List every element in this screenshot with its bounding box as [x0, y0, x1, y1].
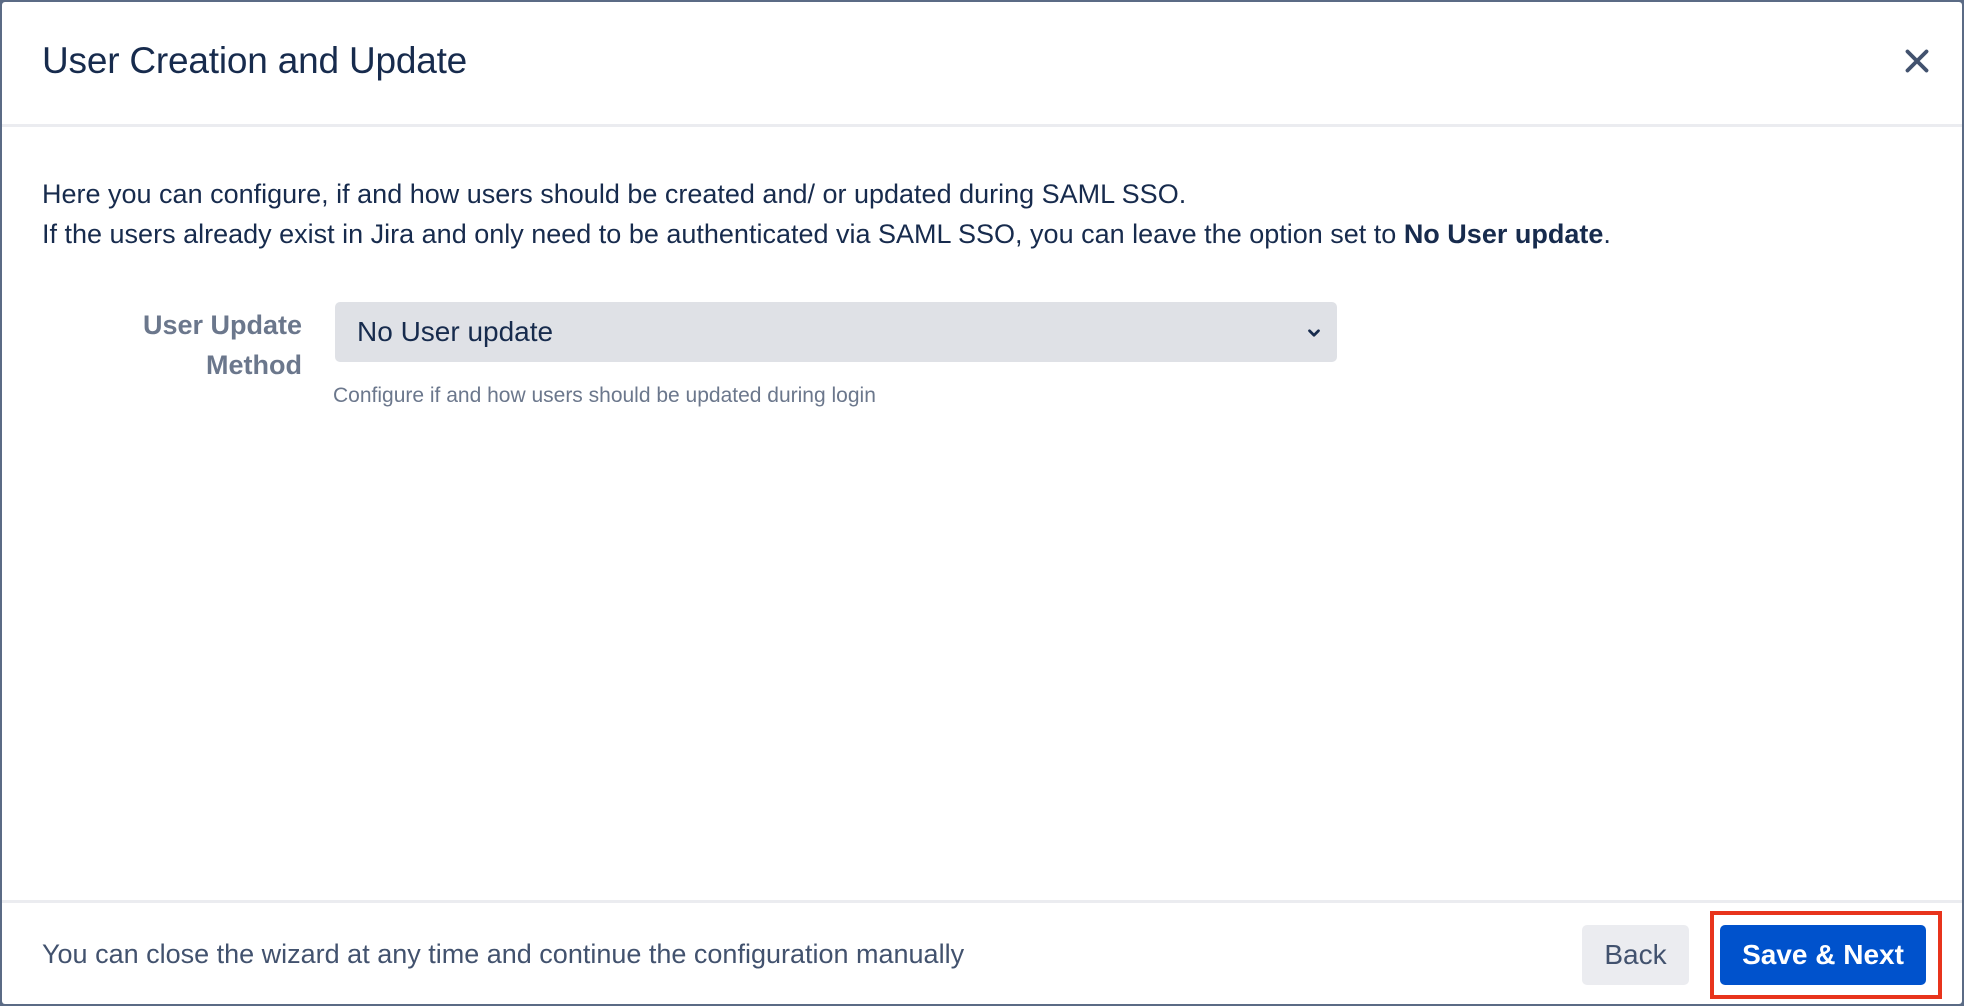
user-update-method-select[interactable]: No User update [335, 302, 1337, 362]
intro-line-2-text: If the users already exist in Jira and o… [42, 219, 1404, 249]
label-line-1: User Update [142, 310, 302, 340]
close-icon [1905, 49, 1929, 73]
intro-line-1: Here you can configure, if and how users… [42, 179, 1187, 209]
wizard-dialog: User Creation and Update Here you can co… [2, 2, 1962, 1004]
user-update-method-help: Configure if and how users should be upd… [333, 384, 876, 407]
close-button[interactable] [1898, 42, 1936, 80]
intro-line-2-bold: No User update [1403, 219, 1604, 249]
dialog-footer: You can close the wizard at any time and… [2, 900, 1962, 1004]
select-value: No User update [357, 316, 554, 347]
dialog-content: Here you can configure, if and how users… [2, 130, 1962, 900]
footer-note: You can close the wizard at any time and… [42, 939, 965, 969]
label-line-2: Method [206, 350, 302, 380]
chevron-down-icon [1305, 324, 1323, 342]
dialog-title: User Creation and Update [42, 40, 468, 81]
intro-text: Here you can configure, if and how users… [42, 174, 1611, 254]
intro-line-2: If the users already exist in Jira and o… [42, 214, 1611, 254]
intro-line-2-suffix: . [1603, 219, 1611, 249]
dialog-header: User Creation and Update [2, 2, 1962, 127]
save-next-button[interactable]: Save & Next [1720, 925, 1926, 985]
back-button[interactable]: Back [1582, 925, 1689, 985]
user-update-method-label: User Update Method [102, 305, 302, 385]
